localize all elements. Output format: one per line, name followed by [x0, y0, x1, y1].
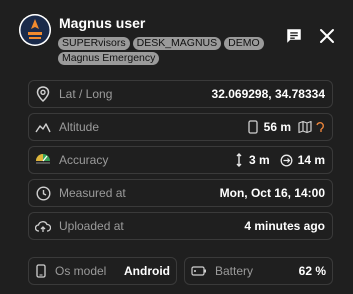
magnus-logo-icon: [19, 14, 51, 46]
phone-icon: [247, 120, 258, 134]
altitude-value: 56 m: [263, 120, 291, 134]
accuracy-label: Accuracy: [59, 153, 109, 167]
tag: DESK_MAGNUS: [132, 37, 222, 50]
chat-button[interactable]: [282, 24, 306, 48]
altitude-values: 56 m: [247, 120, 325, 134]
user-tags: SUPERvisors DESK_MAGNUS DEMO Magnus Emer…: [58, 37, 273, 67]
row-measured-at: Measured at Mon, Oct 16, 14:00: [28, 179, 333, 207]
measured-at-label: Measured at: [59, 186, 126, 200]
uploaded-at-value: 4 minutes ago: [244, 219, 325, 233]
lat-long-value: 32.069298, 34.78334: [211, 87, 325, 101]
cloud-upload-icon: [35, 218, 51, 234]
os-model-label: Os model: [55, 264, 107, 278]
accuracy-icon: [35, 152, 51, 168]
altitude-label: Altitude: [59, 120, 100, 134]
row-accuracy: Accuracy 3 m 14 m: [28, 146, 333, 174]
tag: DEMO: [224, 37, 264, 50]
row-os-model: Os model Android: [28, 257, 177, 285]
altitude-icon: [35, 119, 51, 135]
row-lat-long: Lat / Long 32.069298, 34.78334: [28, 80, 333, 108]
row-battery: Battery 62 %: [184, 257, 333, 285]
accuracy-values: 3 m 14 m: [235, 153, 325, 167]
horizontal-accuracy-icon: [280, 154, 293, 166]
tag: SUPERvisors: [58, 37, 130, 50]
uploaded-at-label: Uploaded at: [59, 219, 124, 233]
battery-label: Battery: [215, 264, 254, 278]
row-uploaded-at: Uploaded at 4 minutes ago: [28, 212, 333, 240]
phone-icon: [35, 264, 47, 278]
chat-icon: [287, 29, 301, 43]
tag: Magnus Emergency: [58, 52, 160, 65]
close-button[interactable]: [315, 24, 339, 48]
location-pin-icon: [35, 86, 51, 102]
refresh-icon[interactable]: [315, 120, 325, 134]
vertical-accuracy-icon: [236, 153, 242, 167]
battery-value: 62 %: [298, 264, 326, 278]
user-name: Magnus user: [59, 15, 146, 31]
horizontal-accuracy-value: 14 m: [297, 153, 325, 167]
os-model-value: Android: [124, 264, 170, 278]
map-icon[interactable]: [298, 120, 312, 134]
lat-long-label: Lat / Long: [59, 87, 113, 101]
clock-icon: [35, 185, 51, 201]
close-icon: [320, 29, 334, 43]
user-header: Magnus user SUPERvisors DESK_MAGNUS DEMO…: [0, 0, 353, 72]
row-altitude: Altitude 56 m: [28, 113, 333, 141]
measured-at-value: Mon, Oct 16, 14:00: [219, 186, 325, 200]
battery-icon: [191, 266, 207, 276]
device-location-panel: Magnus user SUPERvisors DESK_MAGNUS DEMO…: [0, 0, 353, 294]
vertical-accuracy-value: 3 m: [248, 153, 270, 167]
